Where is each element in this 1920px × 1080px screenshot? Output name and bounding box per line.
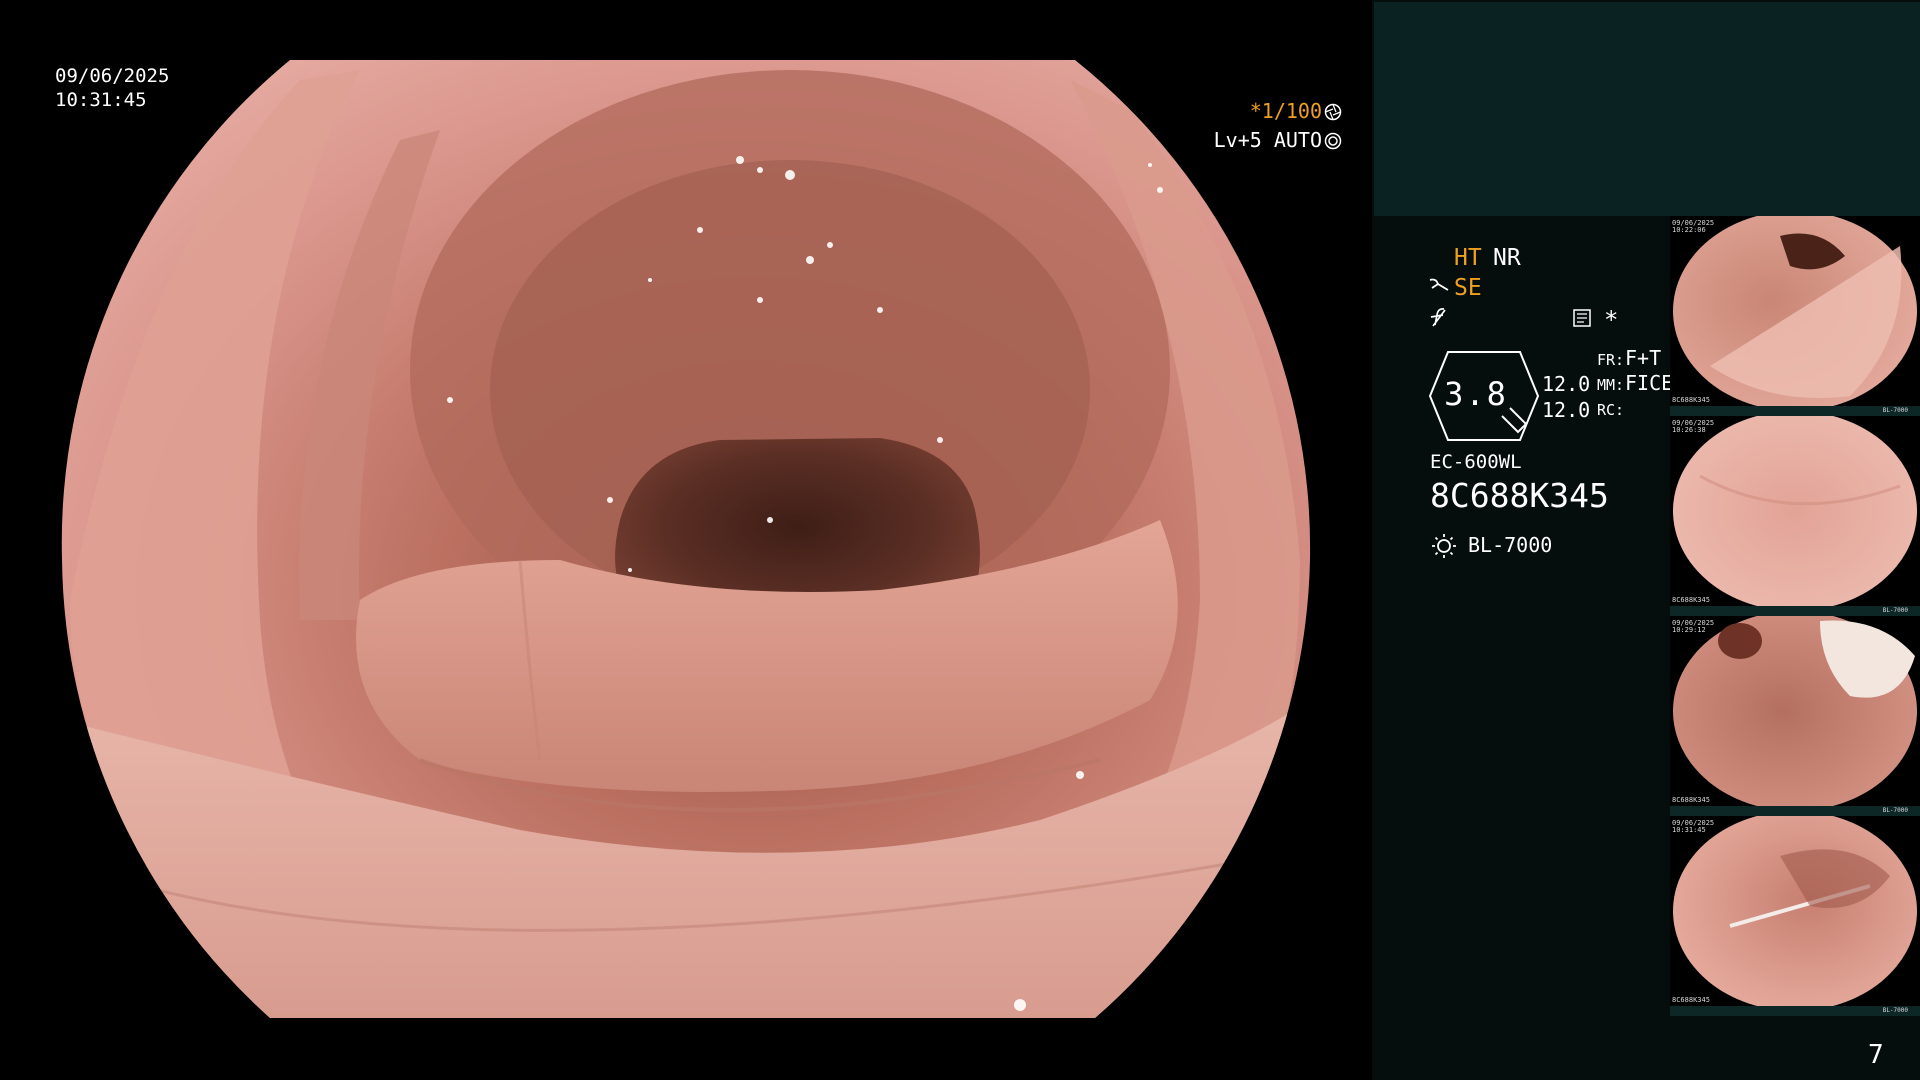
- thumbnail-2-serial: 8C688K345: [1672, 596, 1710, 604]
- shutter-text: *1/100: [1249, 99, 1322, 123]
- zoom-value: 3.8: [1444, 375, 1508, 413]
- thumbnail-1-time: 10:22:06: [1672, 226, 1706, 234]
- thumbnail-2-lamp: BL-7000: [1882, 607, 1908, 614]
- mm-label: MM:: [1597, 376, 1625, 394]
- f-hook-icon: [1430, 308, 1446, 327]
- shutter-readout: *1/100: [1250, 98, 1342, 124]
- target-icon: [1324, 132, 1342, 150]
- thumbnail-1-lamp: BL-7000: [1882, 407, 1908, 414]
- thumbnail-2-image: [1673, 416, 1917, 611]
- thumbnail-4-serial: 8C688K345: [1672, 996, 1710, 1004]
- thumbnail-3-image: [1673, 616, 1917, 811]
- star-indicator: *: [1604, 306, 1619, 334]
- thumbnail-3-serial: 8C688K345: [1672, 796, 1710, 804]
- thumbnail-3-time: 10:29:12: [1672, 626, 1706, 634]
- param-value-a: 12.0: [1542, 372, 1591, 396]
- level-text: Lv+5 AUTO: [1213, 128, 1322, 152]
- live-preview-area: [1374, 2, 1920, 216]
- page-number: 7: [1868, 1040, 1884, 1070]
- fr-label: FR:: [1597, 351, 1625, 369]
- time-text: 10:31:45: [55, 89, 147, 111]
- mm-value: FICE: [1625, 371, 1674, 395]
- endoscope-viewport: 09/06/2025 10:31:45 *1/100 Lv+5 AUTO: [0, 0, 1372, 1080]
- rc-label: RC:: [1597, 401, 1625, 419]
- aperture-icon: [1324, 103, 1342, 121]
- ht-indicator: HT: [1454, 245, 1482, 271]
- thumbnail-4[interactable]: 09/06/2025 10:31:45 8C688K345 BL-7000: [1670, 816, 1920, 1016]
- lamp-model: BL-7000: [1468, 533, 1553, 557]
- thumbnail-3-lamp: BL-7000: [1882, 807, 1908, 814]
- thumbnail-2-time: 10:26:38: [1672, 426, 1706, 434]
- document-icon: [1573, 309, 1591, 327]
- thumbnail-1-image: [1673, 216, 1917, 411]
- date-text: 09/06/2025: [55, 65, 170, 87]
- zoom-badge: 3.8: [1428, 350, 1540, 442]
- scope-icon: [1429, 278, 1449, 291]
- thumbnail-1[interactable]: 09/06/2025 10:22:06 8C688K345 BL-7000: [1670, 216, 1920, 416]
- param-value-b: 12.0: [1542, 398, 1591, 422]
- thumbnail-4-image: [1673, 816, 1917, 1011]
- thumbnail-4-lamp: BL-7000: [1882, 1007, 1908, 1014]
- thumbnail-4-time: 10:31:45: [1672, 826, 1706, 834]
- sun-lamp-icon: [1432, 534, 1456, 558]
- fr-value: F+T: [1625, 346, 1662, 370]
- capture-thumbnails: 09/06/2025 10:22:06 8C688K345 BL-7000 09…: [1670, 216, 1920, 1026]
- scope-model: EC-600WL: [1430, 451, 1522, 473]
- endoscope-image: [61, 60, 1311, 1018]
- thumbnail-2[interactable]: 09/06/2025 10:26:38 8C688K345 BL-7000: [1670, 416, 1920, 616]
- status-block: HT NR SE * 3.8 12.0 12.0 FR: F+T MM: FIC…: [1402, 240, 1692, 580]
- scope-serial: 8C688K345: [1430, 476, 1609, 515]
- datetime-overlay: 09/06/2025 10:31:45: [55, 64, 169, 112]
- nr-indicator: NR: [1493, 245, 1521, 271]
- thumbnail-1-serial: 8C688K345: [1672, 396, 1710, 404]
- level-readout: Lv+5 AUTO: [1214, 127, 1342, 153]
- se-indicator: SE: [1454, 275, 1482, 301]
- thumbnail-3[interactable]: 09/06/2025 10:29:12 8C688K345 BL-7000: [1670, 616, 1920, 816]
